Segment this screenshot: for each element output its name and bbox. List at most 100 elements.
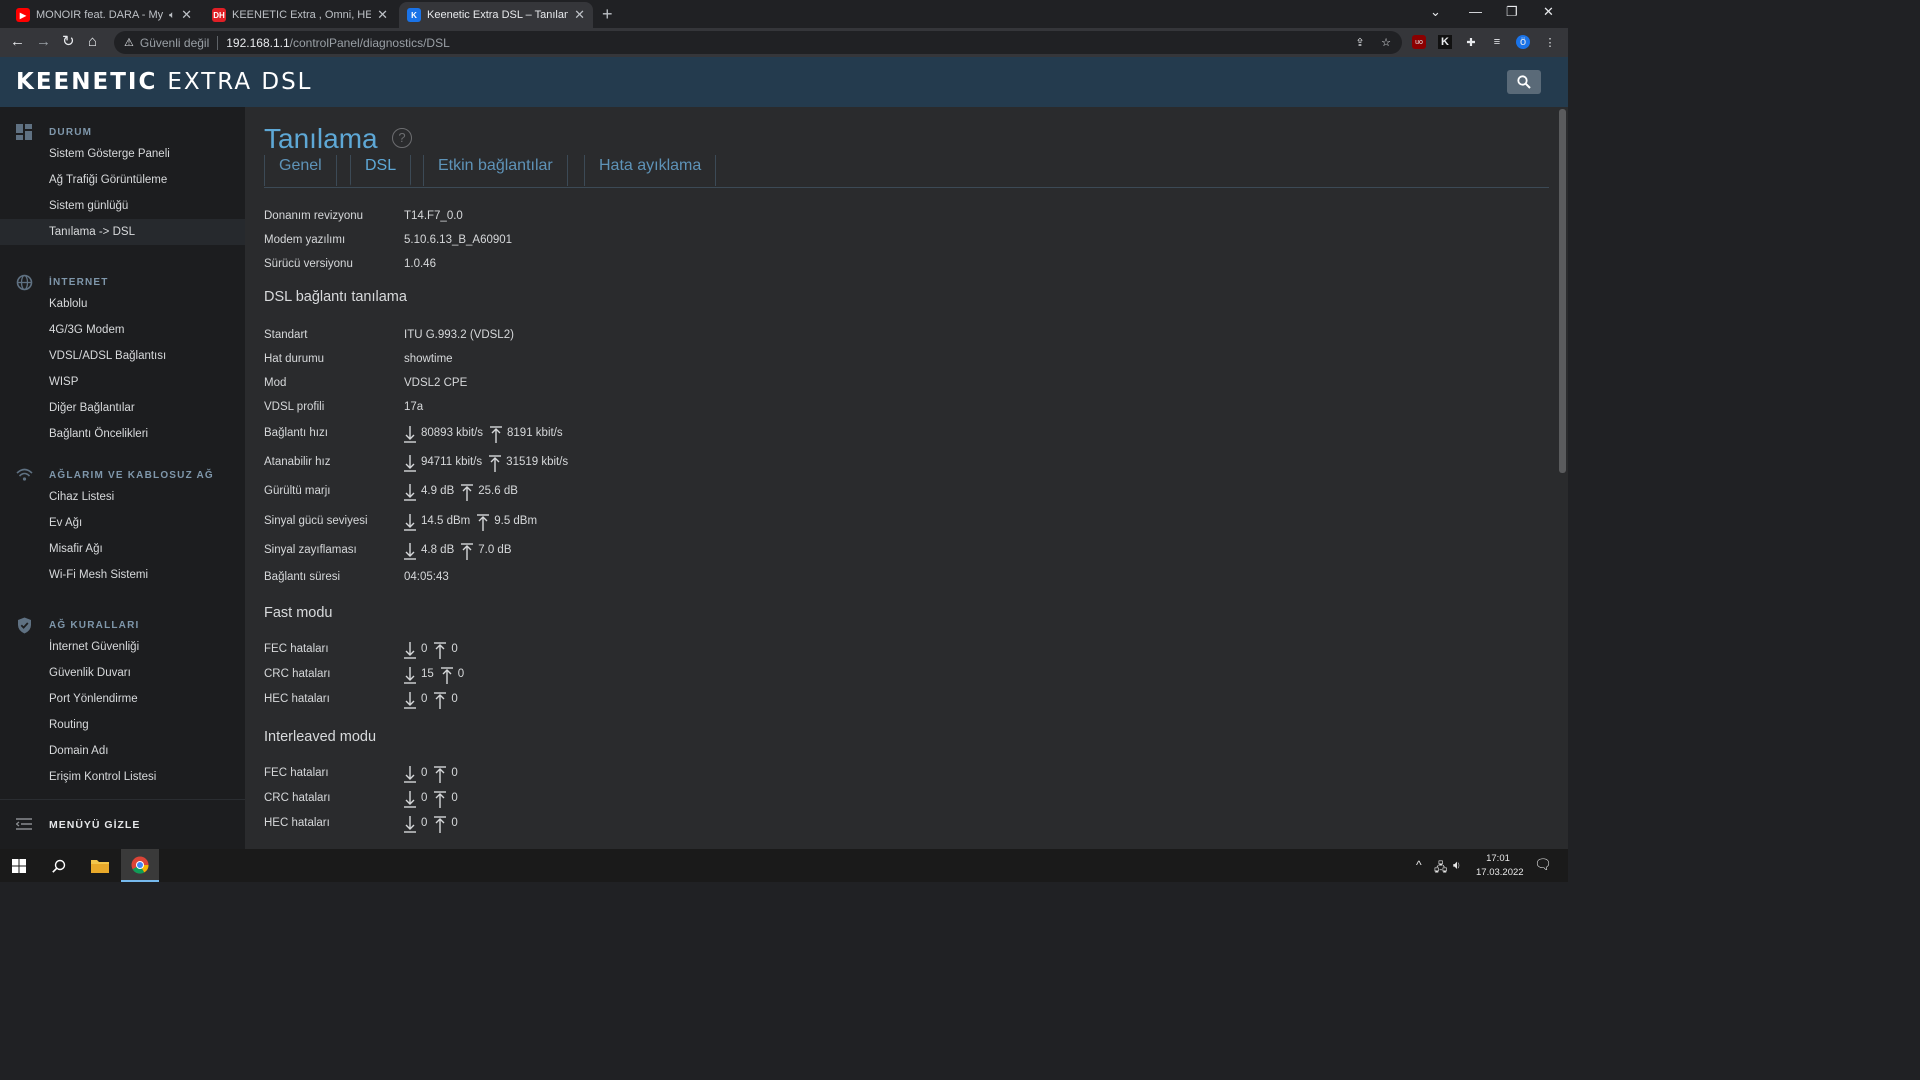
row-value: 17a [404, 401, 424, 413]
bookmark-star-icon[interactable]: ☆ [1379, 35, 1393, 49]
forward-icon[interactable]: → [36, 34, 51, 50]
ublock-icon[interactable]: uo [1412, 35, 1426, 49]
tab-dsl[interactable]: DSL [350, 155, 412, 186]
row-label: Sinyal gücü seviyesi [264, 515, 368, 527]
extensions-icon[interactable]: ✚ [1464, 35, 1478, 49]
sidebar-item-wired[interactable]: Kablolu [0, 291, 245, 317]
speaker-icon[interactable]: 🔈︎ [169, 10, 175, 21]
hide-menu-button[interactable]: MENÜYÜ GİZLE [0, 799, 245, 849]
sidebar-item-other-connections[interactable]: Diğer Bağlantılar [0, 395, 245, 421]
close-tab-icon[interactable]: ✕ [181, 7, 192, 23]
tab-debugging[interactable]: Hata ayıklama [584, 155, 717, 186]
download-arrow-icon [404, 483, 416, 501]
media-control-icon[interactable]: ≡ [1490, 35, 1504, 49]
brand-logo[interactable]: KEENETIC EXTRA DSL [16, 69, 313, 95]
minimize-icon[interactable]: — [1469, 4, 1482, 19]
start-button[interactable] [0, 849, 38, 882]
row-label: Donanım revizyonu [264, 210, 364, 222]
sidebar-item-internet-security[interactable]: İnternet Güvenliği [0, 634, 245, 660]
taskbar-clock[interactable]: 17:01 17.03.2022 [1476, 852, 1524, 880]
tab-title: KEENETIC Extra , Omni, HERO ,PE [232, 9, 372, 21]
close-tab-icon[interactable]: ✕ [574, 7, 585, 23]
reload-icon[interactable]: ↻ [62, 34, 75, 50]
upload-value: 0 [457, 668, 465, 680]
row-label: Hat durumu [264, 353, 325, 365]
sidebar-item-priorities[interactable]: Bağlantı Öncelikleri [0, 421, 245, 447]
download-value: 4.9 dB [421, 485, 455, 497]
notifications-icon[interactable]: 🗨︎ [1534, 856, 1552, 873]
sidebar-item-routing[interactable]: Routing [0, 712, 245, 738]
network-icon[interactable]: 🖧︎ [1434, 858, 1447, 879]
row-value: 5.10.6.13_B_A60901 [404, 234, 513, 246]
row-label: Bağlantı hızı [264, 427, 328, 439]
row-label: HEC hataları [264, 817, 330, 829]
restore-icon[interactable]: ❐ [1506, 4, 1518, 20]
tray-overflow-icon[interactable]: ^ [1416, 858, 1422, 872]
tab-active-connections[interactable]: Etkin bağlantılar [423, 155, 568, 186]
sidebar-item-domain-name[interactable]: Domain Adı [0, 738, 245, 764]
upload-value: 0 [451, 817, 458, 829]
row-label: Bağlantı süresi [264, 571, 341, 583]
close-window-icon[interactable]: ✕ [1543, 4, 1554, 20]
upload-value: 0 [451, 643, 458, 655]
browser-tab-youtube[interactable]: ▶ MONOIR feat. DARA - My Ti 🔈︎ ✕ [8, 2, 200, 28]
back-icon[interactable]: ← [10, 34, 25, 50]
sidebar-item-port-forwarding[interactable]: Port Yönlendirme [0, 686, 245, 712]
search-button[interactable] [1507, 70, 1541, 94]
profile-avatar[interactable]: ö [1516, 35, 1530, 49]
sidebar-item-modem[interactable]: 4G/3G Modem [0, 317, 245, 343]
browser-menu-icon[interactable]: ⋮ [1543, 35, 1557, 49]
router-header: KEENETIC EXTRA DSL [0, 57, 1568, 107]
taskbar-search-button[interactable] [40, 849, 78, 882]
sidebar-item-diagnostics[interactable]: Tanılama -> DSL [0, 219, 245, 245]
volume-icon[interactable]: 🔉︎ [1453, 858, 1461, 873]
scrollbar-thumb[interactable] [1559, 109, 1566, 473]
section-heading-fast: Fast modu [264, 605, 333, 621]
folder-icon [91, 860, 109, 873]
new-tab-icon[interactable]: + [602, 4, 613, 25]
upload-arrow-icon [490, 425, 503, 443]
tab-title: Keenetic Extra DSL – Tanılama [427, 9, 569, 21]
upload-value: 25.6 dB [478, 485, 518, 497]
browser-tab-donanimhaber[interactable]: DH KEENETIC Extra , Omni, HERO ,PE ✕ [204, 2, 396, 28]
upload-arrow-icon [461, 542, 474, 560]
warning-icon[interactable]: ⚠ [124, 36, 134, 49]
download-value: 94711 kbit/s [421, 456, 483, 468]
clock-date: 17.03.2022 [1476, 867, 1524, 878]
download-arrow-icon [404, 513, 416, 531]
sidebar-item-mesh[interactable]: Wi-Fi Mesh Sistemi [0, 562, 245, 588]
upload-value: 0 [451, 767, 458, 779]
page-scrollbar[interactable] [1558, 107, 1568, 849]
sidebar-item-traffic[interactable]: Ağ Trafiği Görüntüleme [0, 167, 245, 193]
row-label: Modem yazılımı [264, 234, 346, 246]
sidebar-item-guest-network[interactable]: Misafir Ağı [0, 536, 245, 562]
address-bar[interactable]: ⚠ Güvenli değil 192.168.1.1 /controlPane… [114, 31, 1402, 54]
sidebar-item-firewall[interactable]: Güvenlik Duvarı [0, 660, 245, 686]
sidebar-item-acl[interactable]: Erişim Kontrol Listesi [0, 764, 245, 790]
sidebar-item-wisp[interactable]: WISP [0, 369, 245, 395]
keenetic-extension-icon[interactable]: K [1438, 35, 1452, 49]
sidebar-item-home-network[interactable]: Ev Ağı [0, 510, 245, 536]
upload-arrow-icon [434, 691, 447, 709]
tab-general[interactable]: Genel [264, 155, 337, 186]
help-icon[interactable]: ? [392, 128, 412, 148]
download-value: 0 [421, 643, 428, 655]
close-tab-icon[interactable]: ✕ [377, 7, 388, 23]
sidebar-item-devices[interactable]: Cihaz Listesi [0, 484, 245, 510]
home-icon[interactable]: ⌂ [88, 34, 97, 50]
browser-tab-keenetic[interactable]: K Keenetic Extra DSL – Tanılama ✕ [399, 2, 593, 28]
upload-value: 0 [451, 792, 458, 804]
share-icon[interactable]: ⇪ [1353, 35, 1367, 49]
browser-toolbar: ← → ↻ ⌂ ⚠ Güvenli değil 192.168.1.1 /con… [0, 28, 1568, 57]
sidebar-item-dashboard[interactable]: Sistem Gösterge Paneli [0, 141, 245, 167]
download-arrow-icon [404, 691, 416, 709]
security-label[interactable]: Güvenli değil [140, 36, 209, 50]
section-title: AĞLARIM VE KABLOSUZ AĞ [49, 470, 214, 481]
sidebar-item-vdsl[interactable]: VDSL/ADSL Bağlantısı [0, 343, 245, 369]
download-arrow-icon [404, 790, 416, 808]
browser-tab-strip: ▶ MONOIR feat. DARA - My Ti 🔈︎ ✕ DH KEEN… [0, 0, 1568, 28]
tab-search-icon[interactable]: ⌄ [1430, 4, 1441, 20]
chrome-taskbar-button[interactable] [121, 849, 159, 882]
sidebar-item-syslog[interactable]: Sistem günlüğü [0, 193, 245, 219]
file-explorer-button[interactable] [81, 849, 119, 882]
